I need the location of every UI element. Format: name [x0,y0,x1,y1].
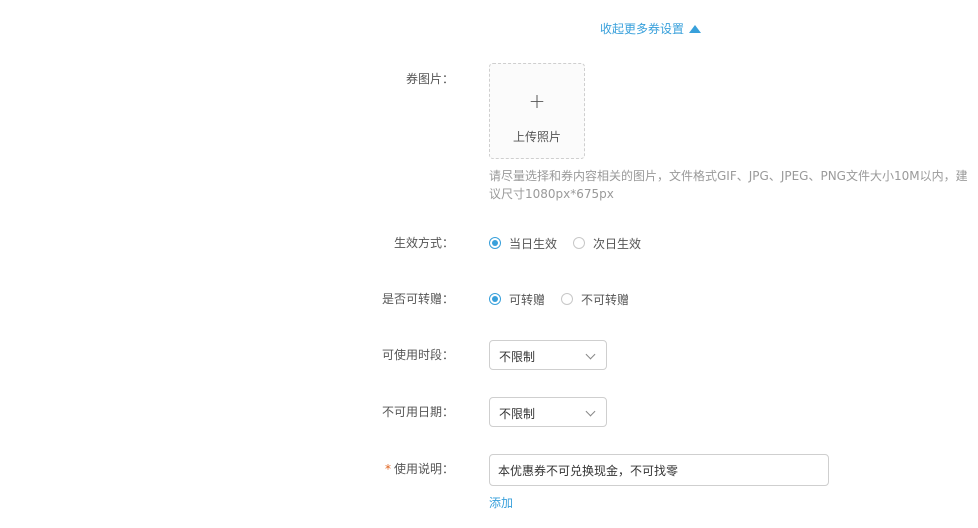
radio-checked-icon[interactable] [489,237,501,249]
radio-label[interactable]: 当日生效 [509,235,557,252]
usage-note-label: * 使用说明： [385,461,454,477]
chevron-down-icon[interactable] [585,349,596,360]
required-mark: * [384,462,391,476]
radio-label[interactable]: 不可转赠 [581,291,629,308]
radio-transferable[interactable]: 可转赠 [489,291,545,308]
image-upload-box[interactable]: + 上传照片 [489,63,585,159]
unusable-dates-select[interactable]: 不限制 [489,397,607,427]
effect-mode-label: 生效方式： [393,236,454,250]
usable-period-select[interactable]: 不限制 [489,340,607,370]
transferable-label: 是否可转赠： [381,292,454,306]
transferable-radio-group: 可转赠 不可转赠 [489,291,645,307]
usage-note-label-text: 使用说明： [393,462,454,476]
upload-photo-label[interactable]: 上传照片 [490,128,584,145]
radio-unchecked-icon[interactable] [561,293,574,305]
select-value[interactable]: 不限制 [499,405,535,422]
add-usage-note-link[interactable]: 添加 [489,494,513,511]
coupon-image-label: 券图片： [405,72,454,86]
radio-unchecked-icon[interactable] [573,237,586,249]
collapse-more-settings-link[interactable]: 收起更多券设置 [600,21,702,37]
effect-mode-radio-group: 当日生效 次日生效 [489,235,657,251]
radio-checked-icon[interactable] [489,293,501,305]
select-value[interactable]: 不限制 [499,348,535,365]
radio-same-day[interactable]: 当日生效 [489,235,557,252]
triangle-up-icon[interactable] [689,25,702,33]
radio-label[interactable]: 次日生效 [593,235,641,252]
usable-period-label: 可使用时段： [381,348,454,362]
coupon-settings-form: 收起更多券设置 券图片： + 上传照片 请尽量选择和券内容相关的图片，文件格式G… [0,0,978,528]
unusable-dates-label: 不可用日期： [381,405,454,419]
radio-label[interactable]: 可转赠 [509,291,545,308]
plus-icon[interactable]: + [490,91,584,111]
image-hint-text: 请尽量选择和券内容相关的图片，文件格式GIF、JPG、JPEG、PNG文件大小1… [489,169,968,201]
usage-note-input[interactable] [489,454,829,486]
chevron-down-icon[interactable] [585,406,596,417]
radio-not-transferable[interactable]: 不可转赠 [561,291,629,308]
collapse-label[interactable]: 收起更多券设置 [600,22,684,36]
radio-next-day[interactable]: 次日生效 [573,235,641,252]
